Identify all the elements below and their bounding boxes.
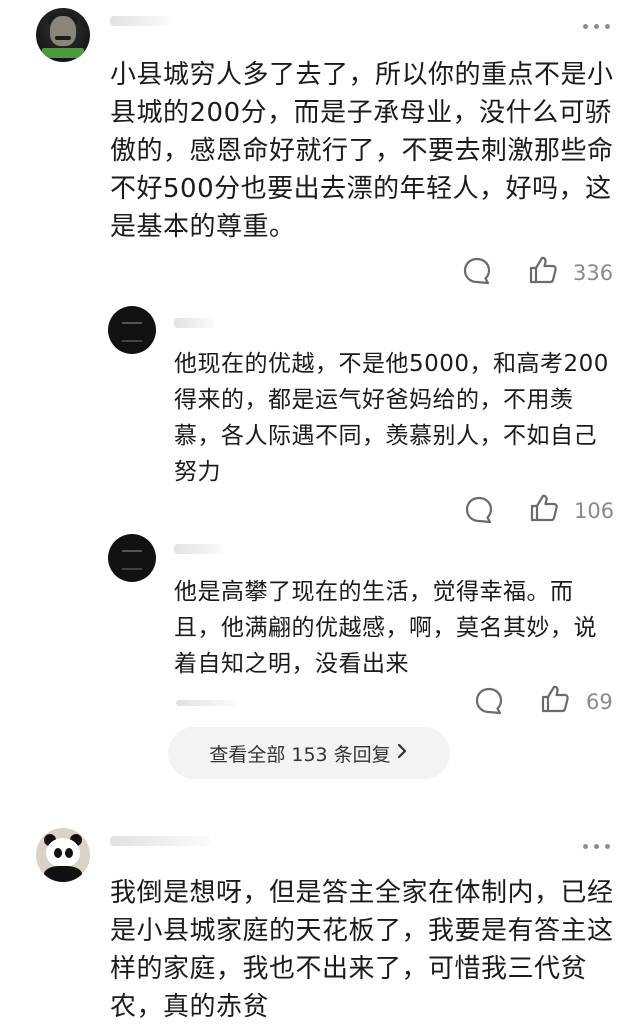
like-icon[interactable]: [539, 683, 571, 715]
reply-text: 他是高攀了现在的生活，觉得幸福。而且，他满翩的优越感，啊，莫名其妙，说着自知之明…: [174, 579, 597, 677]
more-options-icon[interactable]: [583, 844, 610, 849]
more-options-icon[interactable]: [583, 24, 610, 29]
username-redacted: [174, 544, 224, 554]
user-avatar[interactable]: [36, 828, 90, 882]
like-icon[interactable]: [528, 492, 560, 524]
like-count: 69: [586, 690, 613, 714]
comment-text: 我倒是想呀，但是答主全家在体制内，已经是小县城家庭的天花板了，我要是有答主这样的…: [110, 878, 614, 1022]
reply-text: 他现在的优越，不是他5000，和高考200得来的，都是运气好爸妈给的，不用羡慕，…: [174, 351, 609, 485]
comment-bubble-icon[interactable]: [474, 686, 504, 716]
view-all-replies-label: 查看全部 153 条回复: [209, 743, 391, 766]
chevron-right-icon: [395, 741, 409, 766]
username-redacted: [110, 836, 210, 846]
username-redacted: [174, 318, 214, 328]
like-count: 336: [573, 261, 614, 285]
like-count: 106: [574, 499, 615, 523]
comment-bubble-icon[interactable]: [464, 495, 494, 525]
user-avatar[interactable]: [36, 8, 90, 62]
user-avatar[interactable]: [108, 534, 156, 582]
user-avatar[interactable]: [108, 306, 156, 354]
comment-text: 小县城穷人多了去了，所以你的重点不是小县城的200分，而是子承母业，没什么可骄傲…: [110, 60, 614, 242]
timestamp-redacted: [176, 700, 236, 706]
like-icon[interactable]: [527, 254, 559, 286]
username-redacted: [110, 16, 170, 26]
view-all-replies-button[interactable]: 查看全部 153 条回复: [168, 727, 450, 779]
comment-bubble-icon[interactable]: [462, 256, 492, 286]
